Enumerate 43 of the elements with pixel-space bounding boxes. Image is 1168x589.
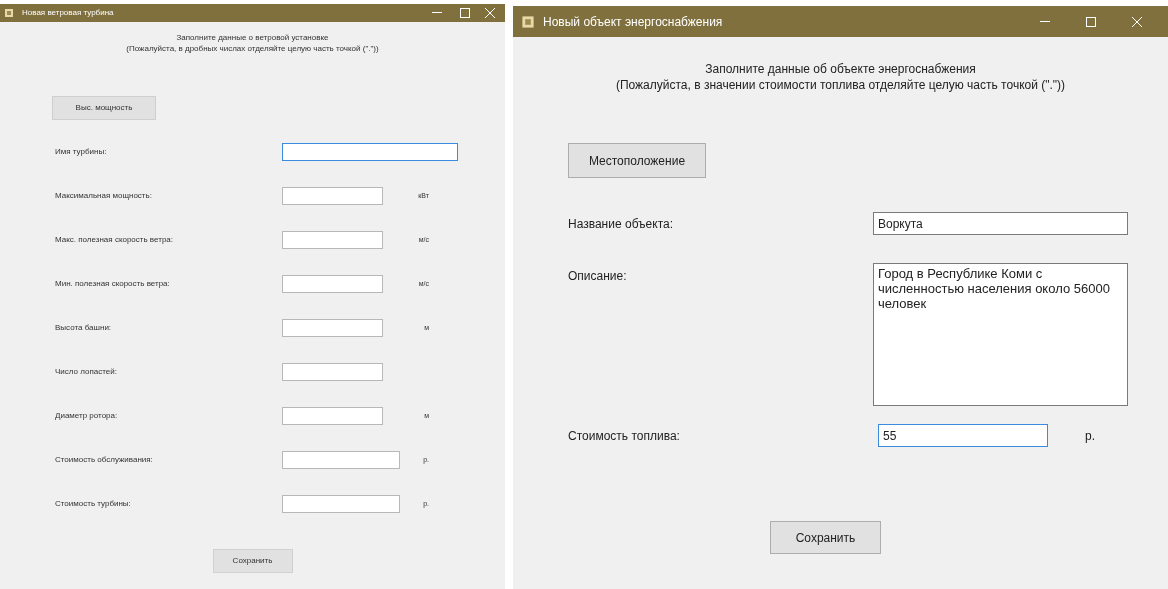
window-title: Новая ветровая турбина	[22, 7, 114, 19]
field-label: Мин. полезная скорость ветра:	[55, 278, 171, 290]
minimize-icon	[1040, 20, 1050, 23]
input-field[interactable]	[282, 143, 458, 161]
input-field[interactable]	[282, 231, 383, 249]
app-icon	[521, 14, 535, 29]
field-label: Диаметр ротора:	[55, 410, 119, 422]
window-title: Новый объект энергоснабжения	[543, 13, 723, 31]
field-label: Максимальная мощность:	[55, 190, 153, 202]
description-field[interactable]: Город в Республике Коми с численностью населения около 56000 человек	[873, 263, 1128, 406]
field-label: Высота башни:	[55, 322, 113, 334]
save-button[interactable]: Сохранить	[212, 549, 293, 573]
field-label: Имя турбины:	[55, 146, 108, 158]
close-icon	[1132, 16, 1142, 27]
input-field[interactable]: 55	[878, 424, 1048, 447]
location-button[interactable]: Местоположение	[568, 143, 706, 178]
input-field[interactable]	[282, 363, 383, 381]
maximize-icon	[1086, 16, 1096, 27]
input-field[interactable]	[282, 187, 383, 205]
instruction-text: (Пожалуйста, в дробных числах отделяйте целую часть точкой ("."))	[126, 43, 379, 54]
minimize-icon	[432, 12, 442, 14]
input-field[interactable]	[282, 407, 383, 425]
input-field[interactable]	[282, 451, 400, 469]
field-label: Описание:	[568, 268, 628, 285]
input-field[interactable]	[282, 275, 383, 293]
field-label: Стоимость обслуживания:	[55, 454, 154, 466]
input-field[interactable]: Воркута	[873, 212, 1128, 235]
input-field[interactable]	[282, 495, 400, 513]
field-label: Число лопастей:	[55, 366, 118, 378]
unit-label: р.	[1085, 427, 1095, 445]
field-label: Стоимость турбины:	[55, 498, 132, 510]
power-button[interactable]: Выс. мощность	[52, 96, 156, 120]
instruction-text: (Пожалуйста, в значении стоимости топлива отделяйте целую часть точкой ("."))	[615, 77, 1066, 93]
instruction-text: Заполните данные об объекте энергоснабжения	[705, 61, 976, 77]
field-label: Стоимость топлива:	[568, 427, 681, 445]
input-field[interactable]	[282, 319, 383, 337]
app-icon	[4, 8, 14, 18]
close-icon	[485, 8, 495, 18]
instruction-text: Заполните данные о ветровой установке	[176, 32, 329, 43]
maximize-icon	[460, 8, 470, 18]
save-button[interactable]: Сохранить	[770, 521, 881, 554]
field-label: Макс. полезная скорость ветра:	[55, 234, 174, 246]
field-label: Название объекта:	[568, 215, 675, 233]
